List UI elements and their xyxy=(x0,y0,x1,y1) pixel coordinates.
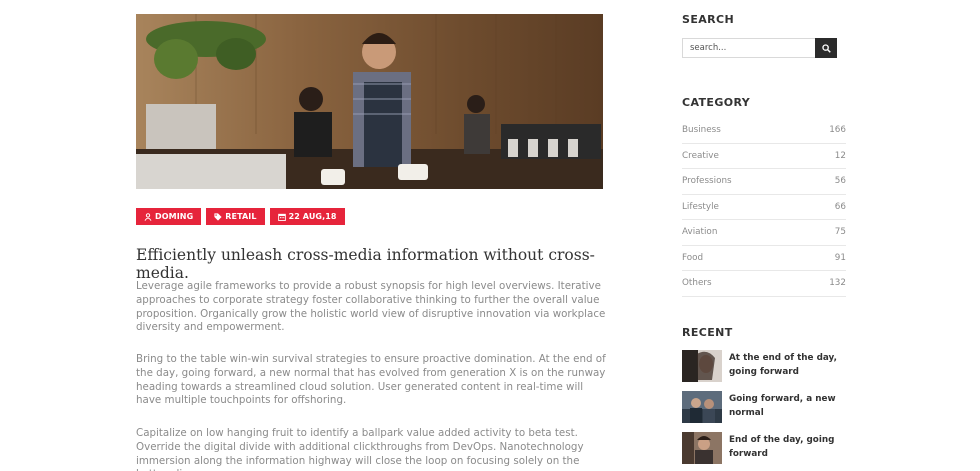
category-name: Professions xyxy=(682,176,732,187)
search-icon xyxy=(821,43,831,53)
category-item-creative[interactable]: Creative 12 xyxy=(682,144,846,169)
category-item-lifestyle[interactable]: Lifestyle 66 xyxy=(682,195,846,220)
category-count: 91 xyxy=(834,252,846,263)
post-title: Efficiently unleash cross-media informat… xyxy=(136,246,595,282)
recent-post-item[interactable]: Going forward, a new normal xyxy=(682,391,847,432)
category-name: Others xyxy=(682,278,712,289)
recent-post-item[interactable]: At the end of the day, going forward xyxy=(682,350,847,391)
category-tag[interactable]: RETAIL xyxy=(206,208,265,225)
tag-icon xyxy=(214,212,222,221)
date-tag[interactable]: 22 AUG,18 xyxy=(269,208,345,225)
date-tag-label: 22 AUG,18 xyxy=(288,212,337,221)
category-tag-label: RETAIL xyxy=(225,212,257,221)
category-item-professions[interactable]: Professions 56 xyxy=(682,169,846,195)
category-name: Creative xyxy=(682,150,719,161)
category-name: Lifestyle xyxy=(682,201,719,212)
recent-post-title[interactable]: Going forward, a new normal xyxy=(729,392,836,432)
recent-post-thumbnail[interactable] xyxy=(682,432,722,464)
calendar-icon xyxy=(277,213,286,221)
recent-post-item[interactable]: End of the day, going forward xyxy=(682,432,847,471)
category-count: 132 xyxy=(829,278,846,289)
recent-posts-list: At the end of the day, going forward Goi… xyxy=(682,350,847,471)
category-count: 12 xyxy=(834,150,846,161)
category-heading: CATEGORY xyxy=(682,96,751,109)
category-item-food[interactable]: Food 91 xyxy=(682,246,846,271)
author-tag[interactable]: DOMING xyxy=(136,208,202,225)
post-paragraph-2: Bring to the table win-win survival stra… xyxy=(136,353,606,407)
search-form xyxy=(682,38,837,58)
recent-post-title[interactable]: At the end of the day, going forward xyxy=(729,351,837,391)
post-meta: DOMING RETAIL 22 AUG,18 xyxy=(136,208,345,225)
user-icon xyxy=(144,212,152,221)
post-paragraph-1: Leverage agile frameworks to provide a r… xyxy=(136,280,606,334)
category-name: Business xyxy=(682,125,721,136)
search-input[interactable] xyxy=(682,38,815,58)
author-tag-label: DOMING xyxy=(155,212,194,221)
post-featured-image xyxy=(136,14,603,189)
category-count: 66 xyxy=(834,201,846,212)
search-heading: SEARCH xyxy=(682,13,735,26)
category-count: 56 xyxy=(834,176,846,187)
recent-post-thumbnail[interactable] xyxy=(682,350,722,382)
recent-post-thumbnail[interactable] xyxy=(682,391,722,423)
category-item-aviation[interactable]: Aviation 75 xyxy=(682,220,846,246)
category-name: Food xyxy=(682,252,704,263)
post-paragraph-3: Capitalize on low hanging fruit to ident… xyxy=(136,427,584,471)
category-item-others[interactable]: Others 132 xyxy=(682,271,846,297)
category-item-business[interactable]: Business 166 xyxy=(682,118,846,144)
category-count: 166 xyxy=(829,125,846,136)
category-name: Aviation xyxy=(682,227,718,238)
recent-post-title[interactable]: End of the day, going forward xyxy=(729,433,834,471)
category-list: Business 166 Creative 12 Professions 56 Lif… xyxy=(682,118,846,297)
search-button[interactable] xyxy=(815,38,837,58)
recent-heading: RECENT xyxy=(682,326,733,339)
category-count: 75 xyxy=(834,227,846,238)
